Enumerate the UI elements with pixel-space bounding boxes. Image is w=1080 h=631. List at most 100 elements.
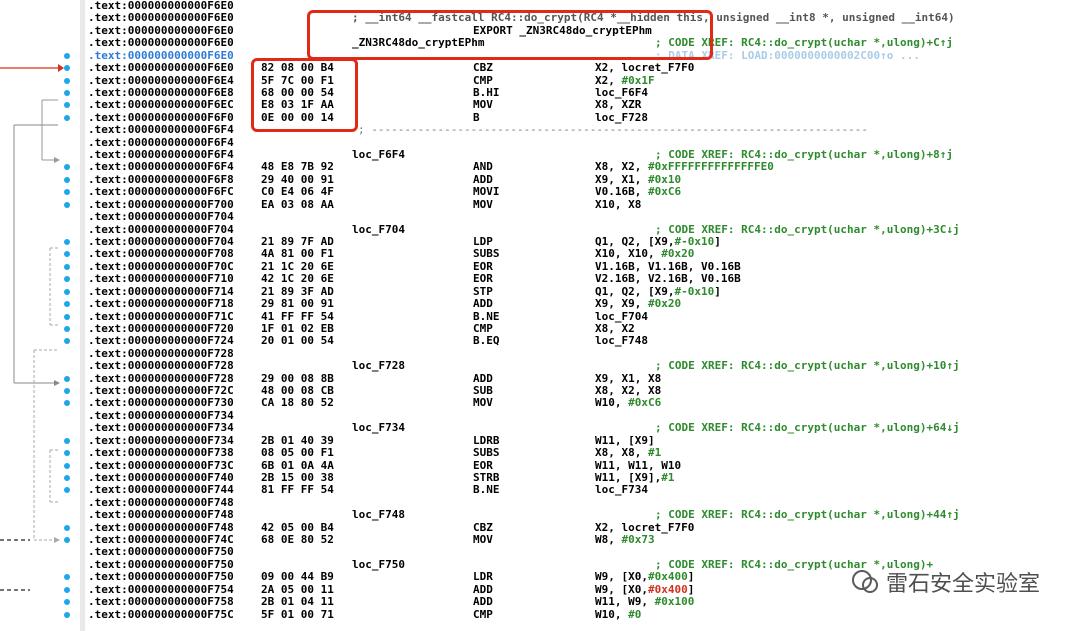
operands[interactable]: W10, #0 bbox=[595, 608, 641, 621]
breakpoint-dot[interactable] bbox=[64, 524, 70, 531]
opcode-bytes: 09 00 44 B9 bbox=[261, 570, 334, 584]
disassembly-listing[interactable]: .text:000000000000F6E0 .text:000000000000… bbox=[88, 0, 1080, 631]
operands[interactable]: X9, X1, #0x10 bbox=[595, 173, 681, 186]
opcode-bytes: CA 18 80 52 bbox=[261, 396, 334, 410]
breakpoint-dot[interactable] bbox=[64, 114, 70, 121]
breakpoint-dot[interactable] bbox=[64, 288, 70, 295]
operands[interactable]: loc_F748 bbox=[595, 335, 648, 347]
opcode-bytes: 41 FF FF 54 bbox=[261, 309, 334, 323]
line-address: .text:000000000000F6F4 bbox=[88, 123, 234, 137]
code-label[interactable]: loc_F748 bbox=[352, 509, 405, 521]
breakpoint-dot[interactable] bbox=[64, 537, 70, 544]
breakpoint-dot[interactable] bbox=[64, 586, 70, 593]
operands[interactable]: W11, [X9],#1 bbox=[595, 471, 674, 484]
line-address: .text:000000000000F700 bbox=[88, 197, 234, 211]
mnemonic: B.NE bbox=[473, 309, 500, 323]
mnemonic: EOR bbox=[473, 458, 493, 472]
breakpoint-dot[interactable] bbox=[64, 201, 70, 208]
operands[interactable]: X8, X2, #0xFFFFFFFFFFFFFFE0 bbox=[595, 161, 774, 173]
operands[interactable]: X9, X1, X8 bbox=[595, 372, 661, 385]
operands[interactable]: X10, X8 bbox=[595, 198, 641, 211]
operands[interactable]: loc_F704 bbox=[595, 310, 648, 323]
operands[interactable]: W9, [X0,#0x400] bbox=[595, 571, 694, 583]
operands[interactable]: X2, #0x1F bbox=[595, 74, 655, 87]
breakpoint-dot[interactable] bbox=[64, 176, 70, 183]
opcode-bytes: 4A 81 00 F1 bbox=[261, 247, 334, 261]
operands[interactable]: X8, X8, #1 bbox=[595, 447, 661, 459]
operands[interactable]: X2, locret_F7F0 bbox=[595, 521, 694, 534]
operands[interactable]: Q1, Q2, [X9,#-0x10] bbox=[595, 285, 721, 298]
code-label[interactable]: loc_F704 bbox=[352, 223, 405, 236]
operands[interactable]: X2, locret_F7F0 bbox=[595, 62, 694, 74]
breakpoint-dot[interactable] bbox=[64, 263, 70, 270]
opcode-bytes: 81 FF FF 54 bbox=[261, 483, 334, 497]
mnemonic: EOR bbox=[473, 259, 493, 273]
line-address: .text:000000000000F718 bbox=[88, 297, 234, 311]
mnemonic: CMP bbox=[473, 607, 493, 621]
operands[interactable]: W11, [X9] bbox=[595, 434, 655, 447]
line-address: .text:000000000000F71C bbox=[88, 309, 234, 323]
operands[interactable]: W11, W9, #0x100 bbox=[595, 596, 694, 608]
breakpoint-dot[interactable] bbox=[64, 77, 70, 84]
xref-comment[interactable]: ; CODE XREF: RC4::do_crypt(uchar *,ulong… bbox=[655, 422, 960, 434]
xref-comment[interactable]: ; CODE XREF: RC4::do_crypt(uchar *,ulong… bbox=[655, 360, 960, 372]
operands[interactable]: V1.16B, V1.16B, V0.16B bbox=[595, 260, 741, 273]
operands[interactable]: Q1, Q2, [X9,#-0x10] bbox=[595, 235, 721, 248]
mnemonic: B bbox=[473, 110, 480, 124]
xref-comment[interactable]: ; CODE XREF: RC4::do_crypt(uchar *,ulong… bbox=[655, 149, 953, 161]
code-label[interactable]: loc_F6F4 bbox=[352, 149, 405, 161]
opcode-bytes: 6B 01 0A 4A bbox=[261, 458, 334, 472]
operands[interactable]: W8, #0x73 bbox=[595, 534, 655, 546]
mnemonic: LDP bbox=[473, 234, 493, 248]
breakpoint-dot[interactable] bbox=[64, 375, 70, 382]
breakpoint-dot[interactable] bbox=[64, 89, 70, 96]
operands[interactable]: X10, X10, #0x20 bbox=[595, 248, 694, 260]
line-address: .text:000000000000F708 bbox=[88, 247, 234, 261]
code-label[interactable]: loc_F750 bbox=[352, 558, 405, 571]
opcode-bytes: 2B 01 04 11 bbox=[261, 595, 334, 609]
operands[interactable]: X8, X2, X8 bbox=[595, 385, 661, 397]
operands[interactable]: loc_F6F4 bbox=[595, 86, 648, 99]
line-address: .text:000000000000F734 bbox=[88, 408, 234, 422]
mnemonic: LDR bbox=[473, 570, 493, 584]
operands[interactable]: W9, [X0,#0x400] bbox=[595, 583, 694, 596]
breakpoint-dot[interactable] bbox=[64, 238, 70, 245]
line-address: .text:000000000000F748 bbox=[88, 495, 234, 509]
mnemonic: STRB bbox=[473, 470, 500, 484]
breakpoint-dot[interactable] bbox=[64, 388, 70, 395]
operands[interactable]: loc_F728 bbox=[595, 111, 648, 124]
operands[interactable]: X9, X9, #0x20 bbox=[595, 298, 681, 310]
line-address: .text:000000000000F74C bbox=[88, 533, 234, 547]
xref-comment[interactable]: ; CODE XREF: RC4::do_crypt(uchar *,ulong… bbox=[655, 223, 960, 236]
xref-comment[interactable]: ; CODE XREF: RC4::do_crypt(uchar *,ulong… bbox=[655, 509, 960, 521]
operands[interactable]: V0.16B, #0xC6 bbox=[595, 186, 681, 198]
opcode-bytes: 1F 01 02 EB bbox=[261, 321, 334, 335]
operands[interactable]: W11, W11, W10 bbox=[595, 459, 681, 472]
operands[interactable]: X8, XZR bbox=[595, 99, 641, 111]
line-address: .text:000000000000F6E0 bbox=[88, 23, 234, 37]
code-label[interactable]: loc_F734 bbox=[352, 422, 405, 434]
breakpoint-dot[interactable] bbox=[64, 462, 70, 469]
line-address: .text:000000000000F728 bbox=[88, 359, 234, 373]
line-address: .text:000000000000F6E8 bbox=[88, 85, 234, 99]
line-address: .text:000000000000F6F4 bbox=[88, 135, 234, 149]
mnemonic: MOV bbox=[473, 197, 493, 211]
breakpoint-dot[interactable] bbox=[64, 313, 70, 320]
breakpoint-dot[interactable] bbox=[64, 474, 70, 481]
opcode-bytes: 2B 15 00 38 bbox=[261, 470, 334, 484]
code-label[interactable]: loc_F728 bbox=[352, 360, 405, 372]
operands[interactable]: X8, X2 bbox=[595, 322, 635, 335]
mnemonic: CMP bbox=[473, 73, 493, 87]
breakpoint-dot[interactable] bbox=[64, 437, 70, 444]
line-address: .text:000000000000F714 bbox=[88, 284, 234, 298]
mnemonic: CMP bbox=[473, 321, 493, 335]
breakpoint-dot[interactable] bbox=[64, 611, 70, 618]
operands[interactable]: loc_F734 bbox=[595, 484, 648, 496]
line-address: .text:000000000000F730 bbox=[88, 396, 234, 410]
line-address: .text:000000000000F6E0 bbox=[88, 61, 234, 75]
breakpoint-dot[interactable] bbox=[64, 52, 70, 59]
operands[interactable]: V2.16B, V2.16B, V0.16B bbox=[595, 273, 741, 285]
watermark: 雷石安全实验室 bbox=[850, 564, 1040, 600]
operands[interactable]: W10, #0xC6 bbox=[595, 397, 661, 409]
breakpoint-dot[interactable] bbox=[64, 325, 70, 332]
